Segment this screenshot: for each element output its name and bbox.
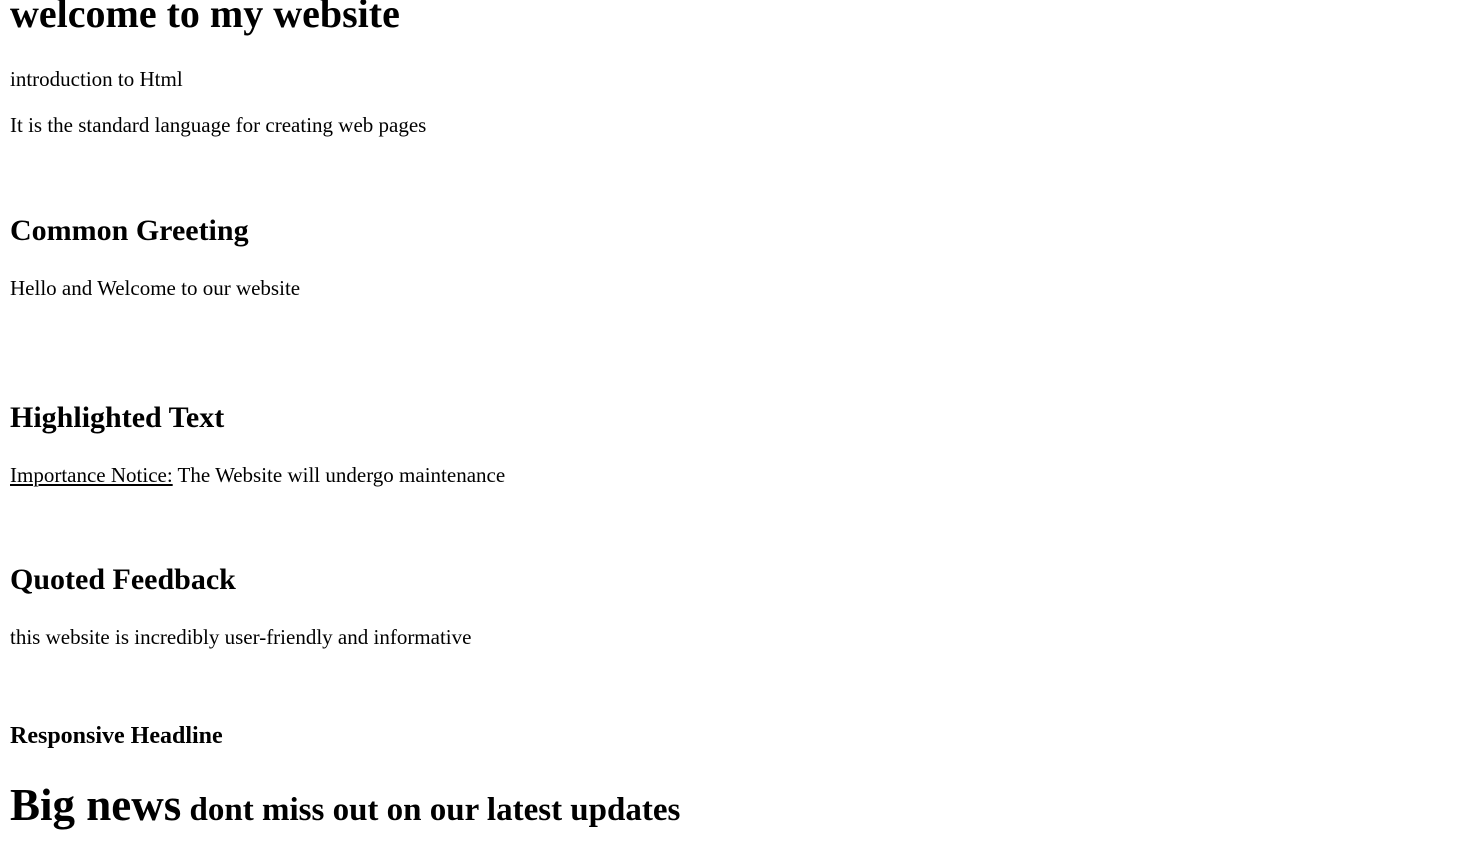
importance-notice-label: Importance Notice: (10, 463, 173, 487)
feedback-text: this website is incredibly user-friendly… (10, 625, 472, 649)
big-news-headline: Big news dont miss out on our latest upd… (10, 780, 680, 835)
feedback-heading: Quoted Feedback (10, 563, 236, 596)
page-title: welcome to my website (10, 0, 400, 36)
highlight-text: The Website will undergo maintenance (172, 463, 506, 487)
latest-updates-text: dont miss out on our latest updates (181, 792, 681, 828)
greeting-heading: Common Greeting (10, 214, 249, 247)
page: welcome to my website introduction to Ht… (0, 0, 1471, 848)
intro-line-2: It is the standard language for creating… (10, 113, 427, 137)
responsive-heading: Responsive Headline (10, 723, 223, 749)
greeting-text: Hello and Welcome to our website (10, 276, 301, 300)
big-news-label: Big news (10, 780, 182, 830)
intro-line-1: introduction to Html (10, 67, 183, 91)
highlight-paragraph: Importance Notice: The Website will unde… (10, 463, 505, 487)
highlight-heading: Highlighted Text (10, 401, 225, 434)
